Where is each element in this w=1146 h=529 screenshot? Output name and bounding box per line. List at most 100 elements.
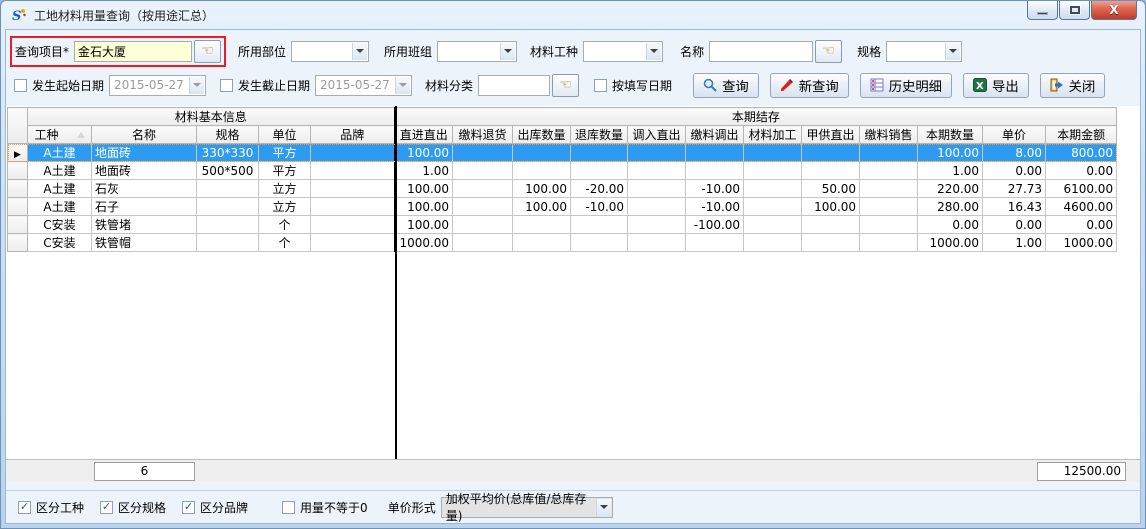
table-cell[interactable]: 地面砖 (92, 144, 197, 162)
table-cell[interactable] (686, 162, 744, 180)
maximize-button[interactable] (1059, 1, 1090, 20)
column-header-1[interactable]: 工种 (28, 126, 92, 144)
column-header-15[interactable]: 本期数量 (918, 126, 983, 144)
distinguish-worktype-checkbox[interactable] (18, 501, 31, 514)
table-cell[interactable] (311, 234, 395, 252)
table-cell[interactable] (311, 198, 395, 216)
table-cell[interactable] (860, 162, 918, 180)
table-cell[interactable] (311, 216, 395, 234)
table-cell[interactable]: 0.00 (983, 162, 1046, 180)
chevron-down-icon[interactable] (646, 43, 661, 60)
table-cell[interactable]: 27.73 (983, 180, 1046, 198)
column-header-6[interactable]: 直进直出 (395, 126, 453, 144)
table-cell[interactable] (513, 144, 571, 162)
table-cell[interactable]: 16.43 (983, 198, 1046, 216)
table-cell[interactable] (311, 180, 395, 198)
table-cell[interactable]: 平方 (259, 144, 311, 162)
table-cell[interactable]: 0.00 (983, 216, 1046, 234)
table-cell[interactable]: 石灰 (92, 180, 197, 198)
table-row[interactable]: A土建石子立方100.00100.00-10.00-10.00100.00280… (8, 198, 1117, 216)
table-cell[interactable]: -10.00 (571, 198, 628, 216)
table-cell[interactable] (802, 144, 860, 162)
table-cell[interactable]: 立方 (259, 180, 311, 198)
table-cell[interactable] (628, 198, 686, 216)
table-row[interactable]: A土建地面砖500*500平方1.001.000.000.00 (8, 162, 1117, 180)
table-cell[interactable] (628, 144, 686, 162)
table-cell[interactable]: 280.00 (918, 198, 983, 216)
table-cell[interactable] (860, 234, 918, 252)
table-cell[interactable] (860, 198, 918, 216)
project-picker-button[interactable]: ☜ (194, 40, 221, 63)
column-header-16[interactable]: 单价 (983, 126, 1046, 144)
table-cell[interactable] (860, 144, 918, 162)
end-date-checkbox[interactable] (220, 79, 233, 92)
table-cell[interactable]: 500*500 (197, 162, 259, 180)
export-button[interactable]: X 导出 (963, 73, 1029, 98)
table-cell[interactable] (571, 216, 628, 234)
new-query-button[interactable]: 新查询 (770, 73, 849, 98)
table-cell[interactable]: 平方 (259, 162, 311, 180)
table-cell[interactable]: 1000.00 (918, 234, 983, 252)
category-picker-button[interactable]: ☜ (552, 74, 579, 97)
table-cell[interactable]: 100.00 (395, 216, 453, 234)
team-combobox[interactable] (437, 41, 517, 62)
table-cell[interactable] (744, 198, 802, 216)
column-header-13[interactable]: 甲供直出 (802, 126, 860, 144)
table-cell[interactable] (628, 162, 686, 180)
table-cell[interactable]: 100.00 (395, 180, 453, 198)
chevron-down-icon[interactable] (500, 43, 515, 60)
table-cell[interactable]: 1.00 (983, 234, 1046, 252)
column-header-7[interactable]: 缴料退货 (453, 126, 513, 144)
table-cell[interactable]: 220.00 (918, 180, 983, 198)
table-cell[interactable] (571, 162, 628, 180)
table-row[interactable]: A土建石灰立方100.00100.00-20.00-10.0050.00220.… (8, 180, 1117, 198)
table-cell[interactable] (453, 162, 513, 180)
table-row[interactable]: ▶A土建地面砖330*330平方100.00100.008.00800.00 (8, 144, 1117, 162)
minimize-button[interactable] (1027, 1, 1058, 20)
query-button[interactable]: 查询 (693, 73, 759, 98)
column-header-4[interactable]: 单位 (259, 126, 311, 144)
name-input[interactable] (709, 41, 813, 62)
table-cell[interactable] (513, 216, 571, 234)
table-cell[interactable]: 100.00 (395, 198, 453, 216)
table-cell[interactable] (628, 216, 686, 234)
history-detail-button[interactable]: 历史明细 (860, 73, 952, 98)
table-cell[interactable] (311, 162, 395, 180)
column-header-17[interactable]: 本期金额 (1046, 126, 1117, 144)
table-cell[interactable]: 330*330 (197, 144, 259, 162)
column-header-9[interactable]: 退库数量 (571, 126, 628, 144)
price-mode-combobox[interactable]: 加权平均价(总库值/总库存量) (441, 497, 613, 518)
column-header-12[interactable]: 材料加工 (744, 126, 802, 144)
chevron-down-icon[interactable] (189, 77, 204, 94)
chevron-down-icon[interactable] (945, 43, 960, 60)
table-cell[interactable]: -20.00 (571, 180, 628, 198)
table-row[interactable]: C安装铁管帽个1000.001000.001.001000.00 (8, 234, 1117, 252)
table-cell[interactable]: 0.00 (918, 216, 983, 234)
column-header-11[interactable]: 缴料调出 (686, 126, 744, 144)
column-header-10[interactable]: 调入直出 (628, 126, 686, 144)
table-cell[interactable]: A土建 (28, 144, 92, 162)
table-cell[interactable]: 1.00 (918, 162, 983, 180)
table-cell[interactable]: 4600.00 (1046, 198, 1117, 216)
name-picker-button[interactable]: ☜ (815, 40, 842, 63)
table-cell[interactable] (686, 234, 744, 252)
table-cell[interactable] (453, 180, 513, 198)
close-button[interactable]: X (1091, 1, 1137, 20)
table-cell[interactable]: 铁管帽 (92, 234, 197, 252)
chevron-down-icon[interactable] (352, 43, 367, 60)
table-cell[interactable]: 1.00 (395, 162, 453, 180)
table-cell[interactable] (744, 216, 802, 234)
table-cell[interactable] (513, 162, 571, 180)
table-cell[interactable] (744, 234, 802, 252)
table-cell[interactable]: 地面砖 (92, 162, 197, 180)
table-cell[interactable]: 8.00 (983, 144, 1046, 162)
nonzero-usage-checkbox[interactable] (282, 501, 295, 514)
table-cell[interactable]: 石子 (92, 198, 197, 216)
table-cell[interactable]: A土建 (28, 198, 92, 216)
table-cell[interactable]: 50.00 (802, 180, 860, 198)
table-cell[interactable]: 6100.00 (1046, 180, 1117, 198)
table-cell[interactable] (197, 234, 259, 252)
table-row[interactable]: C安装铁管堵个100.00-100.000.000.000.00 (8, 216, 1117, 234)
chevron-down-icon[interactable] (395, 77, 410, 94)
worktype-combobox[interactable] (583, 41, 663, 62)
